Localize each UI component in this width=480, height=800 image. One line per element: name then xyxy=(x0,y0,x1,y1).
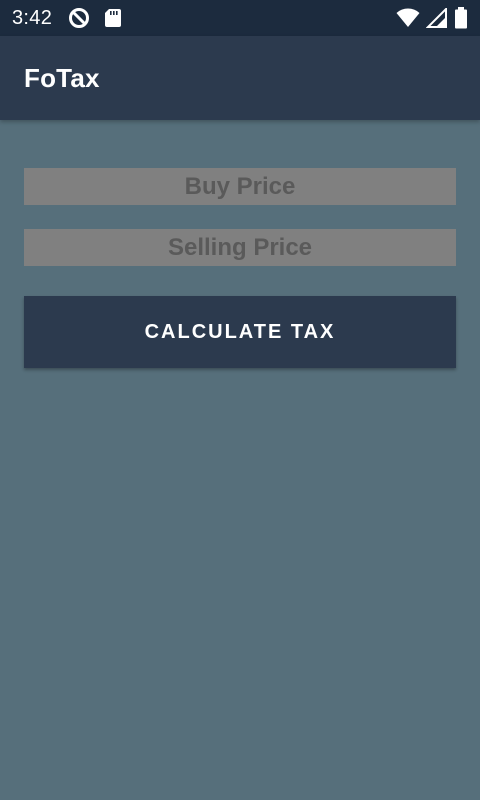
status-bar: 3:42 xyxy=(0,0,480,36)
battery-icon xyxy=(454,7,468,29)
sd-card-icon xyxy=(104,8,122,28)
selling-price-input[interactable] xyxy=(24,229,456,266)
tax-form: CALCULATE TAX xyxy=(24,168,456,368)
calculate-tax-button[interactable]: CALCULATE TAX xyxy=(24,296,456,368)
do-not-disturb-icon xyxy=(68,7,90,29)
status-right-icons xyxy=(396,7,468,29)
status-left-icons xyxy=(68,7,122,29)
wifi-icon xyxy=(396,8,420,28)
app-title: FoTax xyxy=(24,62,100,93)
cell-signal-icon xyxy=(426,8,448,28)
buy-price-input[interactable] xyxy=(24,168,456,205)
app-bar: FoTax xyxy=(0,36,480,120)
status-time: 3:42 xyxy=(12,6,53,29)
